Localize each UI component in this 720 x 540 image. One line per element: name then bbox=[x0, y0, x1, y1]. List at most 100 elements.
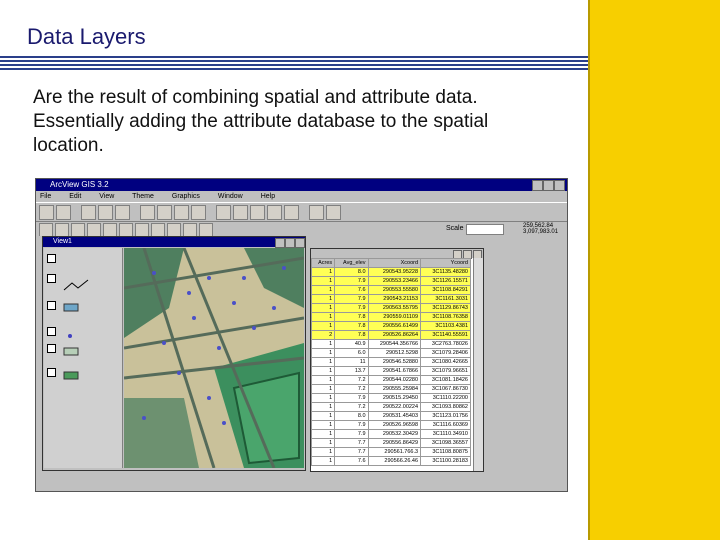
table-row: 1 7.6 290566.26.46 3C1100.28183 bbox=[310, 456, 471, 466]
table-row: 1 7.9 290526.96598 3C1116.60369 bbox=[310, 420, 471, 430]
close-icon bbox=[554, 180, 565, 191]
table-cell: 1 bbox=[310, 339, 336, 349]
table-row: 1 7.2 290544.02280 3C1081.18426 bbox=[310, 375, 471, 385]
table-row: 1 8.0 290543.95228 3C1135.48280 bbox=[310, 267, 471, 277]
attribute-table-window: Acres Avg_elev Xcoord Ycoord 1 8.0 290543.… bbox=[310, 248, 484, 472]
table-cell: 1 bbox=[310, 348, 336, 358]
table-cell: 290561.766.3 bbox=[367, 447, 422, 457]
table-cell: 8.0 bbox=[334, 267, 369, 277]
table-cell: 11 bbox=[334, 357, 369, 367]
table-cell: 7.9 bbox=[334, 276, 369, 286]
table-cell: 1 bbox=[310, 393, 336, 403]
tool-icon bbox=[151, 223, 165, 237]
menu-edit: Edit bbox=[69, 193, 82, 200]
table-row: 1 7.9 290563.55795 3C1129.86743 bbox=[310, 303, 471, 313]
map-canvas bbox=[124, 248, 304, 468]
table-cell: 3C1067.86730 bbox=[420, 384, 471, 394]
table-cell: 7.8 bbox=[334, 330, 369, 340]
app-title-bar: ArcView GIS 3.2 bbox=[36, 179, 567, 191]
toolbar-icon bbox=[216, 204, 231, 220]
table-cell: 8.0 bbox=[334, 411, 369, 421]
toolbar-icon bbox=[39, 204, 54, 220]
menu-file: File bbox=[40, 193, 52, 200]
column-header: Acres bbox=[310, 258, 336, 268]
menu-help: Help bbox=[260, 193, 276, 200]
table-cell: 3C1140.55591 bbox=[420, 330, 471, 340]
table-cell: 1 bbox=[310, 366, 336, 376]
coord-line-2: 3,097,983.01 bbox=[523, 229, 559, 235]
close-icon bbox=[295, 238, 305, 248]
column-header: Xcoord bbox=[367, 258, 422, 268]
toolbar-icon bbox=[157, 204, 172, 220]
tool-icon bbox=[71, 223, 85, 237]
table-row: 1 7.9 290532.30429 3C1110.34910 bbox=[310, 429, 471, 439]
tool-icon bbox=[199, 223, 213, 237]
table-cell: 3C1126.15571 bbox=[420, 276, 471, 286]
table-cell: 40.9 bbox=[334, 339, 369, 349]
table-cell: 3C1108.76358 bbox=[420, 312, 471, 322]
table-cell: 1 bbox=[310, 285, 336, 295]
app-toolbar bbox=[36, 202, 567, 222]
table-cell: 3C1123.01756 bbox=[420, 411, 471, 421]
table-row: 2 7.8 290526.86264 3C1140.55591 bbox=[310, 330, 471, 340]
table-cell: 3C1098.36557 bbox=[420, 438, 471, 448]
table-cell: 1 bbox=[310, 375, 336, 385]
toolbar-icon bbox=[56, 204, 71, 220]
toolbar-icon bbox=[81, 204, 96, 220]
table-cell: 7.2 bbox=[334, 375, 369, 385]
view-title: View1 bbox=[53, 238, 72, 245]
table-row: 1 6.0 290512.5298 3C1079.28406 bbox=[310, 348, 471, 358]
maximize-icon bbox=[285, 238, 295, 248]
toolbar-icon bbox=[309, 204, 324, 220]
table-cell: 3C1129.86743 bbox=[420, 303, 471, 313]
table-cell: 290563.55795 bbox=[367, 303, 422, 313]
table-cell: 7.8 bbox=[334, 312, 369, 322]
table-row: 1 7.7 290561.766.3 3C1108.80875 bbox=[310, 447, 471, 457]
toolbar-icon bbox=[140, 204, 155, 220]
table-of-contents bbox=[44, 248, 123, 468]
table-cell: 290546.52880 bbox=[367, 357, 422, 367]
table-cell: 3C1079.96651 bbox=[420, 366, 471, 376]
table-cell: 290522.00224 bbox=[367, 402, 422, 412]
workspace: View1 Acres Avg_elev Xcoord Ycoord 1 8.0… bbox=[38, 236, 565, 489]
slide-title: Data Layers bbox=[27, 24, 146, 49]
table-cell: 3C1103.4381 bbox=[420, 321, 471, 331]
table-cell: 1 bbox=[310, 402, 336, 412]
table-row: 1 7.9 290543.21153 3C1161.3031 bbox=[310, 294, 471, 304]
toolbar-icon bbox=[250, 204, 265, 220]
body-line-3: location. bbox=[33, 135, 104, 156]
table-cell: 290543.21153 bbox=[367, 294, 422, 304]
table-cell: 290553.55580 bbox=[367, 285, 422, 295]
table-cell: 1 bbox=[310, 321, 336, 331]
tool-icon bbox=[55, 223, 69, 237]
parcel-map bbox=[124, 248, 304, 468]
table-cell: 3C1100.28183 bbox=[420, 456, 471, 466]
table-cell: 3C1080.42665 bbox=[420, 357, 471, 367]
table-row: 1 7.2 290522.00224 3C1093.80862 bbox=[310, 402, 471, 412]
table-cell: 1 bbox=[310, 276, 336, 286]
table-cell: 7.6 bbox=[334, 285, 369, 295]
table-cell: 7.6 bbox=[334, 456, 369, 466]
table-cell: 1 bbox=[310, 411, 336, 421]
column-header: Avg_elev bbox=[334, 258, 369, 268]
table-row: 1 11 290546.52880 3C1080.42665 bbox=[310, 357, 471, 367]
app-title: ArcView GIS 3.2 bbox=[50, 180, 109, 189]
table-row: 1 7.9 290553.23466 3C1126.15571 bbox=[310, 276, 471, 286]
tool-icon bbox=[119, 223, 133, 237]
table-cell: 290526.86264 bbox=[367, 330, 422, 340]
table-cell: 7.7 bbox=[334, 447, 369, 457]
menu-view: View bbox=[99, 193, 115, 200]
table-cell: 3C1079.28406 bbox=[420, 348, 471, 358]
table-cell: 290553.23466 bbox=[367, 276, 422, 286]
table-row: 1 8.0 290531.45403 3C1123.01756 bbox=[310, 411, 471, 421]
coordinate-readout: 259,562.84 3,097,983.01 bbox=[523, 223, 558, 235]
table-row: 1 7.8 290559.01109 3C1108.76358 bbox=[310, 312, 471, 322]
table-cell: 6.0 bbox=[334, 348, 369, 358]
table-cell: 1 bbox=[310, 303, 336, 313]
table-title-bar bbox=[311, 249, 483, 259]
table-cell: 3C1108.80875 bbox=[420, 447, 471, 457]
table-row: 1 7.7 290556.86429 3C1098.36557 bbox=[310, 438, 471, 448]
slide-body: Are the result of combining spatial and … bbox=[33, 86, 588, 158]
toolbar-icon bbox=[174, 204, 189, 220]
vertical-scrollbar bbox=[473, 258, 483, 471]
